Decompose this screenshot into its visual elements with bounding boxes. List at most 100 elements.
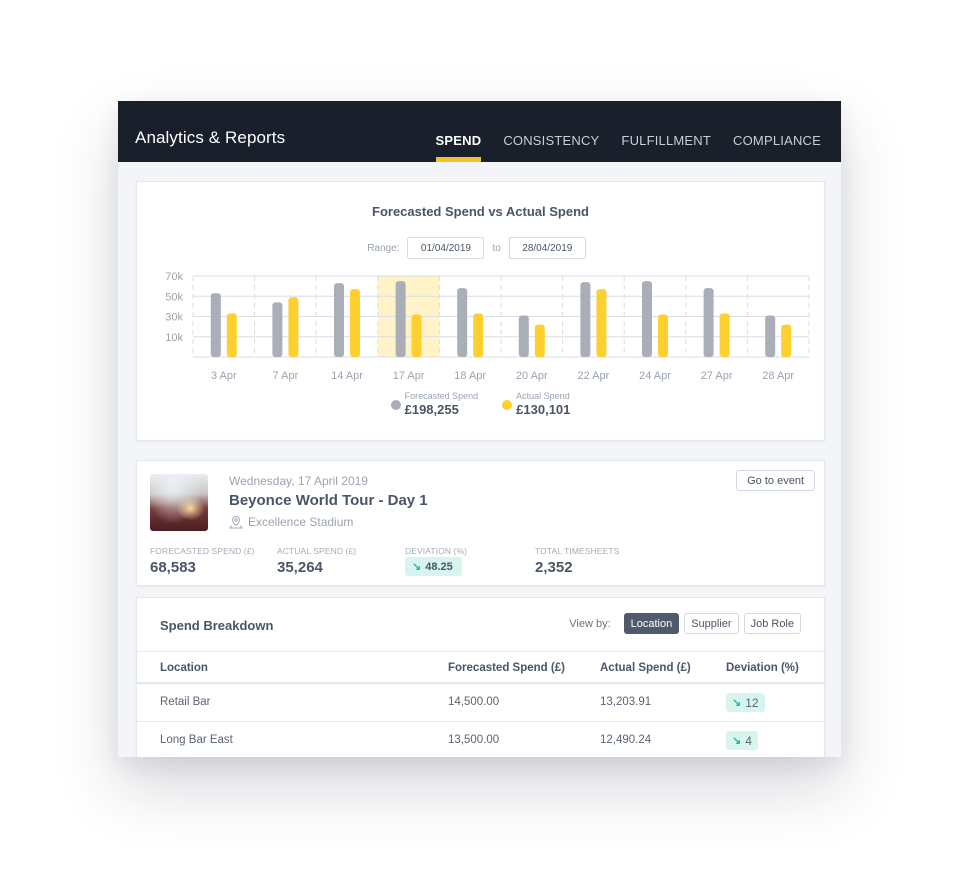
tab-consistency[interactable]: CONSISTENCY bbox=[503, 101, 599, 162]
x-tick-label: 17 Apr bbox=[393, 370, 425, 382]
tab-spend[interactable]: SPEND bbox=[435, 101, 482, 162]
cell-actual: 12,490.24 bbox=[600, 734, 652, 746]
cell-actual: 13,203.91 bbox=[600, 696, 652, 708]
tab-compliance[interactable]: COMPLIANCE bbox=[733, 101, 821, 162]
bar-forecasted bbox=[457, 288, 468, 357]
y-tick-label: 70k bbox=[165, 271, 183, 283]
spend-chart-card: Forecasted Spend vs Actual Spend Range: … bbox=[136, 181, 825, 441]
deviation-value: 48.25 bbox=[425, 560, 453, 573]
table-row[interactable]: Retail Bar 14,500.00 13,203.91 ↘ 12 bbox=[137, 684, 824, 722]
bar-actual bbox=[719, 313, 730, 357]
bar-actual bbox=[411, 314, 422, 357]
y-tick-label: 10k bbox=[165, 332, 183, 344]
legend-forecasted-total: £198,255 bbox=[404, 402, 459, 417]
x-tick-label: 27 Apr bbox=[701, 370, 733, 382]
x-tick-label: 28 Apr bbox=[762, 370, 794, 382]
cell-forecasted: 14,500.00 bbox=[448, 696, 500, 708]
cell-deviation-badge: ↘ 12 bbox=[726, 693, 765, 712]
cell-location: Retail Bar bbox=[160, 696, 211, 708]
event-venue: Excellence Stadium bbox=[229, 515, 353, 529]
chart-legend: Forecasted Spend £198,255 Actual Spend £… bbox=[137, 391, 824, 417]
cell-forecasted: 13,500.00 bbox=[448, 734, 500, 746]
view-by-job-role-button[interactable]: Job Role bbox=[743, 613, 801, 634]
bar-actual bbox=[781, 324, 792, 357]
location-pin-icon bbox=[229, 515, 243, 529]
view-by-label: View by: bbox=[569, 617, 611, 630]
bar-forecasted bbox=[580, 282, 591, 357]
tab-fulfillment[interactable]: FULFILLMENT bbox=[621, 101, 711, 162]
arrow-down-right-icon: ↘ bbox=[412, 561, 422, 573]
cell-deviation-badge: ↘ 4 bbox=[726, 731, 758, 750]
stat-deviation: DEVIATION (%) ↘ 48.25 bbox=[405, 546, 467, 576]
view-by-group: View by: Location Supplier Job Role bbox=[569, 613, 801, 634]
cell-deviation: 4 bbox=[745, 733, 752, 748]
event-card: Wednesday, 17 April 2019 Beyonce World T… bbox=[136, 460, 825, 586]
legend-forecasted[interactable]: Forecasted Spend £198,255 bbox=[390, 391, 479, 417]
bar-actual bbox=[288, 297, 299, 357]
report-tabs: SPEND CONSISTENCY FULFILLMENT COMPLIANCE bbox=[414, 101, 821, 162]
stat-label: DEVIATION (%) bbox=[405, 546, 468, 556]
go-to-event-button[interactable]: Go to event bbox=[736, 470, 815, 491]
top-nav-bar: Analytics & Reports SPEND CONSISTENCY FU… bbox=[118, 101, 841, 162]
y-tick-label: 50k bbox=[165, 291, 183, 303]
column-header-location[interactable]: Location bbox=[160, 662, 208, 674]
spend-breakdown-card: Spend Breakdown View by: Location Suppli… bbox=[136, 597, 825, 757]
arrow-down-right-icon: ↘ bbox=[732, 735, 742, 747]
stat-total-timesheets: TOTAL TIMESHEETS 2,352 bbox=[535, 546, 619, 576]
stat-value: 2,352 bbox=[535, 559, 573, 576]
bar-forecasted bbox=[703, 288, 714, 357]
bar-actual bbox=[350, 289, 360, 357]
view-by-location-button[interactable]: Location bbox=[623, 613, 680, 634]
bar-forecasted bbox=[518, 315, 529, 357]
column-header-deviation[interactable]: Deviation (%) bbox=[726, 662, 799, 674]
stat-value: 68,583 bbox=[150, 559, 196, 576]
bar-forecasted bbox=[272, 302, 283, 357]
event-name: Beyonce World Tour - Day 1 bbox=[229, 492, 428, 509]
x-tick-label: 24 Apr bbox=[639, 370, 671, 382]
cell-deviation: 12 bbox=[745, 695, 759, 710]
x-tick-label: 22 Apr bbox=[577, 370, 609, 382]
forecast-dot-icon bbox=[390, 400, 401, 410]
deviation-badge: ↘ 48.25 bbox=[405, 557, 462, 576]
table-header: Location Forecasted Spend (£) Actual Spe… bbox=[137, 651, 824, 684]
actual-dot-icon bbox=[502, 400, 513, 410]
stat-value: 35,264 bbox=[277, 559, 323, 576]
event-venue-name: Excellence Stadium bbox=[248, 515, 354, 529]
bar-forecasted bbox=[642, 281, 652, 357]
arrow-down-right-icon: ↘ bbox=[732, 697, 742, 709]
x-tick-label: 14 Apr bbox=[331, 370, 363, 382]
x-tick-label: 18 Apr bbox=[454, 370, 486, 382]
event-date: Wednesday, 17 April 2019 bbox=[229, 474, 368, 488]
analytics-window: Analytics & Reports SPEND CONSISTENCY FU… bbox=[118, 101, 841, 757]
legend-actual[interactable]: Actual Spend £130,101 bbox=[502, 391, 570, 417]
event-thumbnail[interactable] bbox=[150, 474, 208, 531]
bar-forecasted bbox=[210, 293, 221, 357]
y-tick-label: 30k bbox=[165, 312, 183, 324]
bar-forecasted bbox=[395, 281, 406, 357]
app-title: Analytics & Reports bbox=[135, 128, 286, 147]
legend-actual-total: £130,101 bbox=[516, 402, 571, 417]
legend-actual-label: Actual Spend bbox=[516, 391, 570, 401]
stat-actual-spend: ACTUAL SPEND (£) 35,264 bbox=[277, 546, 356, 576]
breakdown-title: Spend Breakdown bbox=[160, 618, 274, 633]
bar-forecasted bbox=[334, 283, 344, 357]
bar-actual bbox=[534, 324, 545, 357]
table-row[interactable]: Long Bar East 13,500.00 12,490.24 ↘ 4 bbox=[137, 722, 824, 757]
stat-label: TOTAL TIMESHEETS bbox=[535, 546, 620, 556]
cell-location: Long Bar East bbox=[160, 734, 233, 746]
bar-actual bbox=[226, 313, 237, 357]
column-header-actual[interactable]: Actual Spend (£) bbox=[600, 662, 691, 674]
stat-label: FORECASTED SPEND (£) bbox=[150, 546, 255, 556]
bar-actual bbox=[596, 289, 607, 357]
x-tick-label: 3 Apr bbox=[211, 370, 237, 382]
bar-actual bbox=[473, 313, 484, 357]
column-header-forecasted[interactable]: Forecasted Spend (£) bbox=[448, 662, 565, 674]
spend-bar-chart: 10k 30k 50k 70k 3 Apr 7 Apr 14 Apr 17 Apr 18 Apr… bbox=[165, 271, 810, 382]
view-by-supplier-button[interactable]: Supplier bbox=[684, 613, 739, 634]
stat-forecasted-spend: FORECASTED SPEND (£) 68,583 bbox=[150, 546, 255, 576]
stat-label: ACTUAL SPEND (£) bbox=[277, 546, 357, 556]
bar-actual bbox=[658, 314, 668, 357]
legend-forecasted-label: Forecasted Spend bbox=[404, 391, 479, 401]
x-tick-label: 7 Apr bbox=[273, 370, 299, 382]
x-tick-label: 20 Apr bbox=[516, 370, 548, 382]
